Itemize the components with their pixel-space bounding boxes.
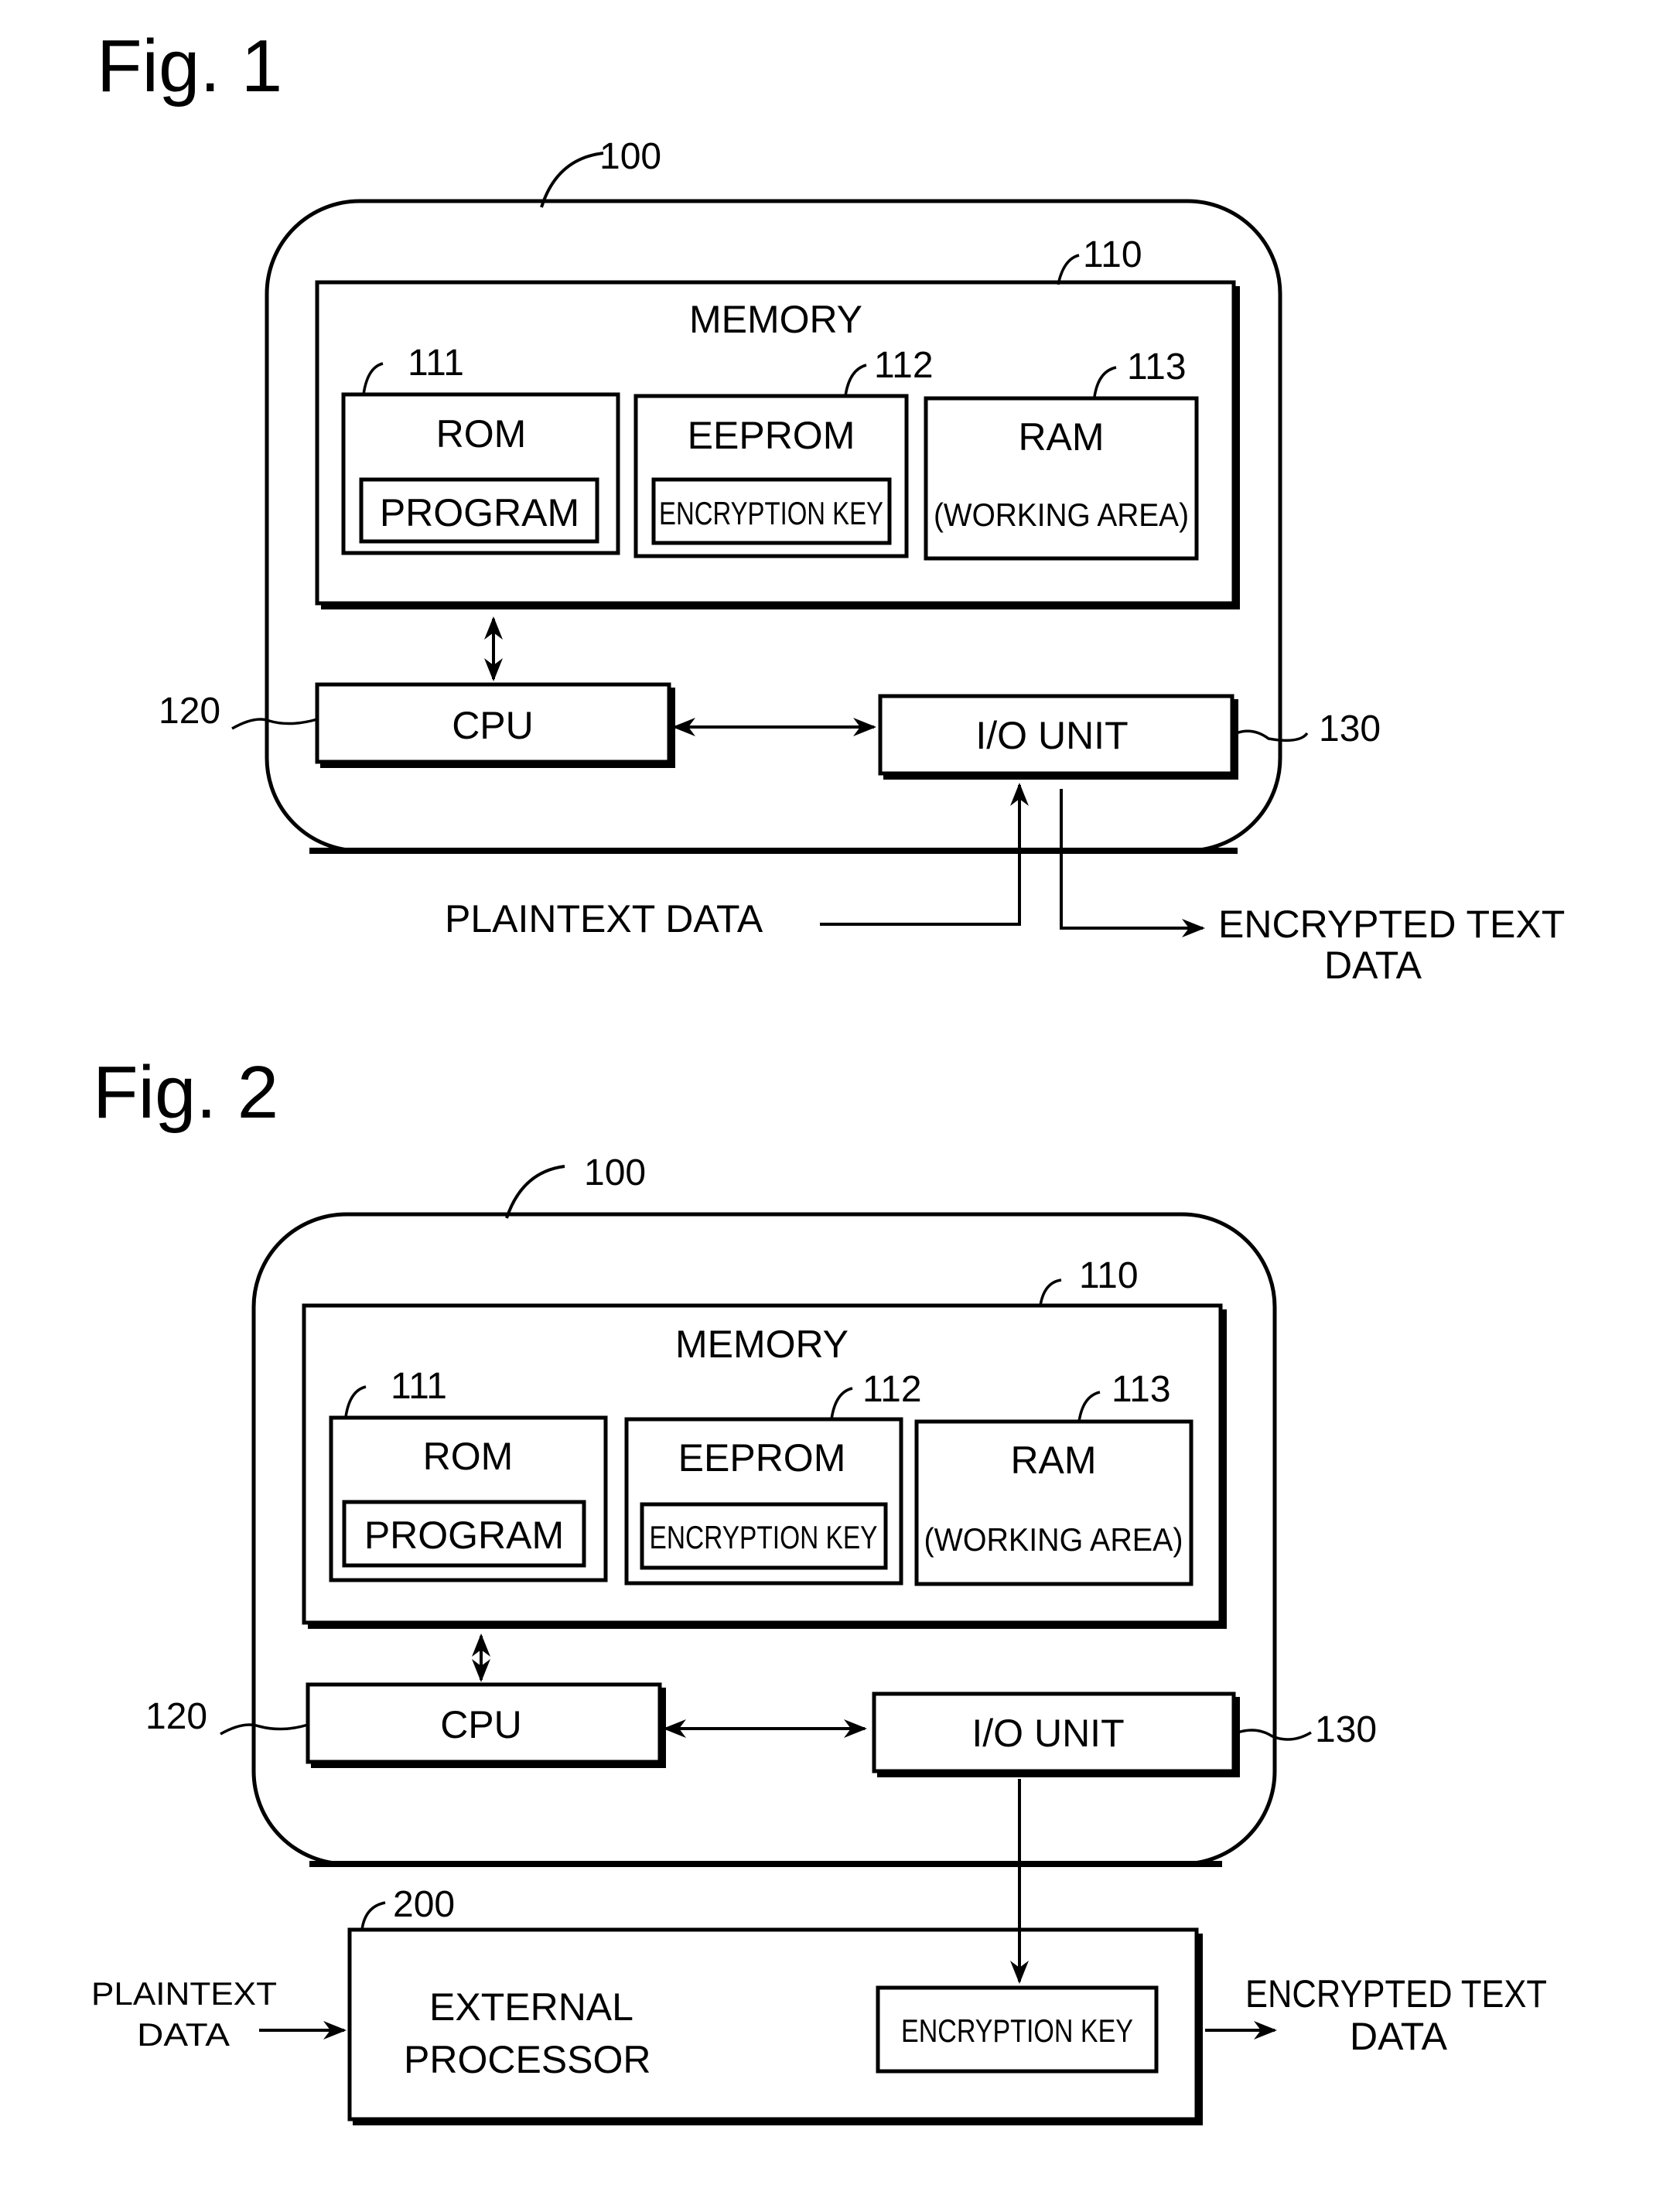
ram-label: RAM xyxy=(1018,415,1104,459)
ref-130: 130 xyxy=(1319,708,1381,749)
io-block: I/O UNIT 130 xyxy=(878,694,1381,780)
leader-200 xyxy=(360,1901,386,1930)
figure-1: Fig. 1 100 110 MEMORY 111 ROM PROGRAM 11… xyxy=(97,25,1565,987)
ref-120: 120 xyxy=(159,691,220,732)
external-label-line2: PROCESSOR xyxy=(404,2038,651,2081)
working-area-label: (WORKING AREA) xyxy=(924,1521,1183,1558)
encrypted-label-line2: DATA xyxy=(1324,944,1422,987)
external-label-line1: EXTERNAL xyxy=(429,1985,633,2029)
figure-2-title: Fig. 2 xyxy=(93,1051,278,1134)
leader-112 xyxy=(830,1387,853,1420)
memory-block: 110 MEMORY 111 ROM PROGRAM 112 EEPROM EN… xyxy=(302,1255,1227,1629)
leader-110 xyxy=(1039,1278,1062,1306)
encryption-key-label: ENCRYPTION KEY xyxy=(650,1519,878,1555)
ref-100: 100 xyxy=(584,1152,646,1193)
figure-2: Fig. 2 100 110 MEMORY 111 ROM PROGRAM 11… xyxy=(91,1051,1547,2125)
ref-130: 130 xyxy=(1315,1709,1377,1750)
leader-110 xyxy=(1057,254,1080,285)
ref-200: 200 xyxy=(393,1884,455,1925)
cpu-block: 120 CPU xyxy=(145,1682,666,1768)
eeprom-label: EEPROM xyxy=(688,414,855,457)
figure-1-title: Fig. 1 xyxy=(97,25,282,108)
ref-112: 112 xyxy=(874,345,934,386)
cpu-label: CPU xyxy=(452,704,534,747)
encrypted-label-line1: ENCRYPTED TEXT xyxy=(1218,903,1565,946)
leader-113 xyxy=(1093,366,1117,398)
cpu-block: 120 CPU xyxy=(159,682,675,768)
plaintext-label-line1: PLAINTEXT xyxy=(91,1975,277,2012)
encrypted-arrow xyxy=(1060,789,1205,937)
ref-113: 113 xyxy=(1112,1369,1171,1410)
io-block: I/O UNIT 130 xyxy=(872,1691,1377,1777)
cpu-label: CPU xyxy=(440,1703,522,1746)
encrypted-label-line2: DATA xyxy=(1350,2015,1448,2058)
io-label: I/O UNIT xyxy=(975,714,1128,757)
ref-100: 100 xyxy=(599,136,661,177)
encryption-key-label: ENCRYPTION KEY xyxy=(659,495,883,531)
leader-120 xyxy=(220,1723,309,1736)
patent-drawing: Fig. 1 100 110 MEMORY 111 ROM PROGRAM 11… xyxy=(91,25,1565,2125)
leader-120 xyxy=(231,718,318,730)
plaintext-label-line2: DATA xyxy=(137,2016,230,2053)
ref-110: 110 xyxy=(1083,234,1142,275)
ref-120: 120 xyxy=(145,1696,207,1737)
rom-label: ROM xyxy=(436,412,527,456)
leader-111 xyxy=(362,362,384,395)
ref-111: 111 xyxy=(391,1366,447,1407)
ref-110: 110 xyxy=(1079,1255,1139,1296)
program-label: PROGRAM xyxy=(380,491,579,534)
ref-111: 111 xyxy=(408,343,464,384)
encrypted-label-line1: ENCRYPTED TEXT xyxy=(1245,1972,1547,2016)
leader-111 xyxy=(344,1385,367,1418)
leader-100 xyxy=(505,1165,565,1219)
io-label: I/O UNIT xyxy=(972,1712,1124,1755)
plaintext-arrow xyxy=(820,783,1029,926)
rom-label: ROM xyxy=(423,1435,514,1478)
ref-112: 112 xyxy=(862,1369,922,1410)
ref-113: 113 xyxy=(1127,346,1187,387)
working-area-label: (WORKING AREA) xyxy=(934,497,1189,533)
program-label: PROGRAM xyxy=(364,1514,564,1557)
memory-label: MEMORY xyxy=(689,298,862,341)
memory-label: MEMORY xyxy=(675,1323,849,1366)
eeprom-label: EEPROM xyxy=(678,1436,846,1480)
ram-label: RAM xyxy=(1010,1439,1096,1482)
external-processor-block: 200 EXTERNAL PROCESSOR ENCRYPTION KEY xyxy=(347,1884,1203,2125)
plaintext-label: PLAINTEXT DATA xyxy=(445,897,763,940)
leader-113 xyxy=(1077,1391,1101,1422)
leader-130 xyxy=(1235,729,1309,742)
memory-block: 110 MEMORY 111 ROM PROGRAM 112 EEPROM EN… xyxy=(315,234,1240,609)
external-key-label: ENCRYPTION KEY xyxy=(901,2012,1133,2049)
leader-112 xyxy=(844,364,867,397)
